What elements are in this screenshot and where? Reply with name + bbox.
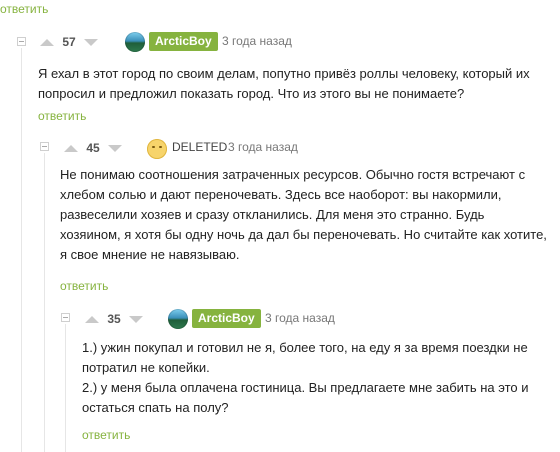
thread-line[interactable] [21,48,22,452]
vote-box: 45 [64,137,122,159]
comment-text-line: потратил не копейки. [82,360,210,375]
comment-text-line: я свое мнение не навязываю. [60,247,240,262]
collapse-toggle[interactable] [17,37,26,46]
rating: 57 [62,35,76,49]
comment-text-line: хозяином, я хотя бы одну ночь да дал бы … [60,227,547,242]
comment-text-line: Я ехал в этот город по своим делам, попу… [38,66,530,81]
downvote-arrow-icon[interactable] [84,38,98,46]
reply-link[interactable]: ответить [0,2,48,16]
comment-text-line: 2.) у меня была оплачена гостиница. Вы п… [82,380,529,395]
comment-text: Не понимаю соотношения затраченных ресур… [60,165,555,265]
upvote-arrow-icon[interactable] [40,38,54,46]
avatar[interactable] [147,139,167,159]
comment-text-line: хлебом солью и дают переночевать. Здесь … [60,187,502,202]
comment-text-line: 1.) ужин покупал и готовил не я, более т… [82,340,528,355]
author-name[interactable]: ArcticBoy [149,32,218,51]
rating: 35 [107,312,121,326]
vote-box: 57 [40,31,98,53]
downvote-arrow-icon[interactable] [129,315,143,323]
vote-box: 35 [85,308,143,330]
rating: 45 [86,141,100,155]
upvote-arrow-icon[interactable] [64,144,78,152]
comment-text: 1.) ужин покупал и готовил не я, более т… [82,338,552,418]
collapse-toggle[interactable] [40,142,49,151]
avatar[interactable] [125,32,145,52]
reply-link[interactable]: ответить [60,279,108,293]
downvote-arrow-icon[interactable] [108,144,122,152]
author-name[interactable]: DELETED [172,138,227,157]
comment-text: Я ехал в этот город по своим делам, попу… [38,64,553,104]
comment-text-line: попросил и предложил показать город. Что… [38,86,465,101]
reply-link[interactable]: ответить [82,428,130,442]
avatar[interactable] [168,309,188,329]
comment-text-line: развеселили хозяев и сразу откланились. … [60,207,485,222]
timestamp[interactable]: 3 года назад [228,138,298,157]
author-name[interactable]: ArcticBoy [192,309,261,328]
timestamp[interactable]: 3 года назад [222,32,292,51]
timestamp[interactable]: 3 года назад [265,309,335,328]
reply-link[interactable]: ответить [38,109,86,123]
collapse-toggle[interactable] [61,313,70,322]
thread-line[interactable] [65,324,66,452]
thread-line[interactable] [44,153,45,452]
comment-text-line: остаться спать на полу? [82,400,229,415]
comment-text-line: Не понимаю соотношения затраченных ресур… [60,167,526,182]
upvote-arrow-icon[interactable] [85,315,99,323]
